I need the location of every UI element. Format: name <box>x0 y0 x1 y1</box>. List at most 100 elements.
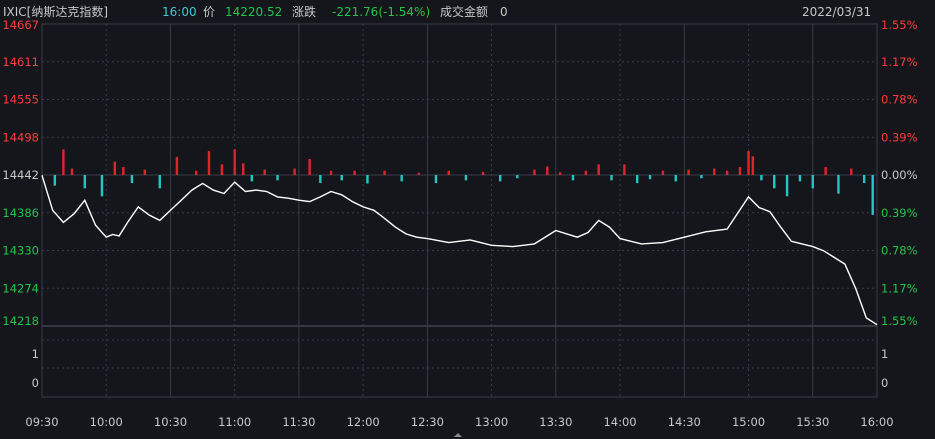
volume-axis: 1 0 1 0 <box>32 347 889 390</box>
tick-bar <box>481 171 485 175</box>
tick-bar <box>533 169 536 175</box>
volume-axis-label: 1 <box>881 347 888 361</box>
right-axis-label: 0.39% <box>881 130 918 144</box>
tick-bar <box>785 175 789 197</box>
right-axis-label: 1.17% <box>881 55 918 69</box>
time-tick-label: 12:00 <box>347 415 380 429</box>
tick-bar <box>70 168 74 175</box>
volume-axis-label: 0 <box>881 376 888 390</box>
tick-bar <box>366 175 369 184</box>
time-tick-label: 11:30 <box>282 415 315 429</box>
tick-bar <box>143 169 146 175</box>
time-tick-label: 10:00 <box>90 415 123 429</box>
time-tick-label: 10:30 <box>154 415 187 429</box>
volume-axis-label: 0 <box>32 376 39 390</box>
tick-bar <box>498 175 502 182</box>
time-tick-label: 11:00 <box>218 415 251 429</box>
time-tick-label: 16:00 <box>860 415 893 429</box>
tick-bar <box>661 170 665 175</box>
tick-bar <box>687 169 690 175</box>
right-axis-label: 1.55% <box>881 18 918 32</box>
tick-bar <box>158 175 161 189</box>
tick-bar <box>464 175 468 181</box>
tick-bar <box>824 167 827 175</box>
volume-axis-label: 1 <box>32 347 39 361</box>
chevron-up-icon[interactable] <box>454 433 462 437</box>
tick-bar <box>340 175 343 181</box>
tick-bar <box>747 151 750 175</box>
tick-bar <box>674 175 677 182</box>
tick-bar <box>53 175 57 186</box>
tick-bar <box>194 170 198 175</box>
left-axis-label: 14667 <box>2 18 39 32</box>
tick-bar <box>751 156 755 175</box>
time-axis: 09:30 10:00 10:30 11:00 11:30 12:00 12:30 13:00… <box>25 415 893 429</box>
time-tick-label: 15:30 <box>796 415 829 429</box>
tick-bar <box>400 175 403 182</box>
tick-bar <box>773 175 776 189</box>
tick-bar <box>623 164 626 175</box>
tick-bar <box>546 166 549 175</box>
chart-grid <box>41 23 878 398</box>
tick-bar <box>648 175 652 180</box>
tick-bar <box>276 175 279 181</box>
tick-bar <box>100 175 104 197</box>
right-axis-label: 1.55% <box>881 314 918 328</box>
time-tick-label: 12:30 <box>411 415 444 429</box>
right-axis-label: 0.78% <box>881 244 918 258</box>
tick-bar <box>571 175 575 181</box>
right-axis-label: 0.78% <box>881 93 918 107</box>
tick-bar <box>83 175 87 189</box>
tick-bar <box>837 175 840 194</box>
tick-bar <box>738 167 742 175</box>
tick-bar <box>434 175 438 183</box>
tick-bar <box>308 159 311 175</box>
tick-bar <box>597 164 600 175</box>
tick-bar <box>700 175 703 179</box>
tick-bar <box>62 149 65 175</box>
tick-bar <box>293 168 296 175</box>
left-axis-label: 14386 <box>2 206 39 220</box>
tick-bar <box>760 175 763 181</box>
tick-bar <box>113 161 116 175</box>
tick-bar <box>417 172 421 175</box>
time-tick-label: 15:00 <box>732 415 765 429</box>
tick-bar <box>516 175 519 179</box>
time-tick-label: 14:30 <box>668 415 701 429</box>
intraday-chart[interactable]: 14667 14611 14555 14498 14442 14386 14330 14274… <box>0 0 935 439</box>
tick-bar <box>220 164 224 175</box>
tick-bar <box>798 175 802 182</box>
left-axis-label: 14498 <box>2 130 39 144</box>
tick-bar <box>862 175 866 183</box>
tick-bar <box>175 156 179 175</box>
left-axis-label: 14330 <box>2 244 39 258</box>
tick-bar <box>725 170 729 175</box>
tick-bar <box>447 170 450 175</box>
tick-bar <box>610 175 613 181</box>
tick-bar <box>584 170 588 175</box>
right-axis-label: 0.39% <box>881 206 918 220</box>
time-tick-label: 13:30 <box>539 415 572 429</box>
time-tick-label: 09:30 <box>25 415 58 429</box>
tick-bar <box>207 151 211 175</box>
left-axis-label: 14274 <box>2 281 39 295</box>
tick-bar <box>242 163 245 175</box>
right-axis-label: 0.00% <box>881 168 918 182</box>
tick-bar <box>558 172 562 175</box>
left-axis-label: 14442 <box>2 168 39 182</box>
left-axis-label: 14218 <box>2 314 39 328</box>
tick-bar <box>353 170 356 175</box>
time-tick-label: 14:00 <box>603 415 636 429</box>
right-axis: 1.55% 1.17% 0.78% 0.39% 0.00% 0.39% 0.78% 1.17%… <box>881 18 918 328</box>
tick-bar <box>319 175 322 183</box>
tick-bar <box>122 167 125 175</box>
plot-frame <box>41 23 878 398</box>
left-axis-label: 14611 <box>2 55 39 69</box>
tick-bar <box>636 175 639 183</box>
tick-bar <box>263 169 266 175</box>
tick-bar <box>383 170 386 175</box>
tick-bar <box>329 170 333 175</box>
tick-bar <box>850 168 853 175</box>
time-tick-label: 13:00 <box>475 415 508 429</box>
left-axis-label: 14555 <box>2 93 39 107</box>
